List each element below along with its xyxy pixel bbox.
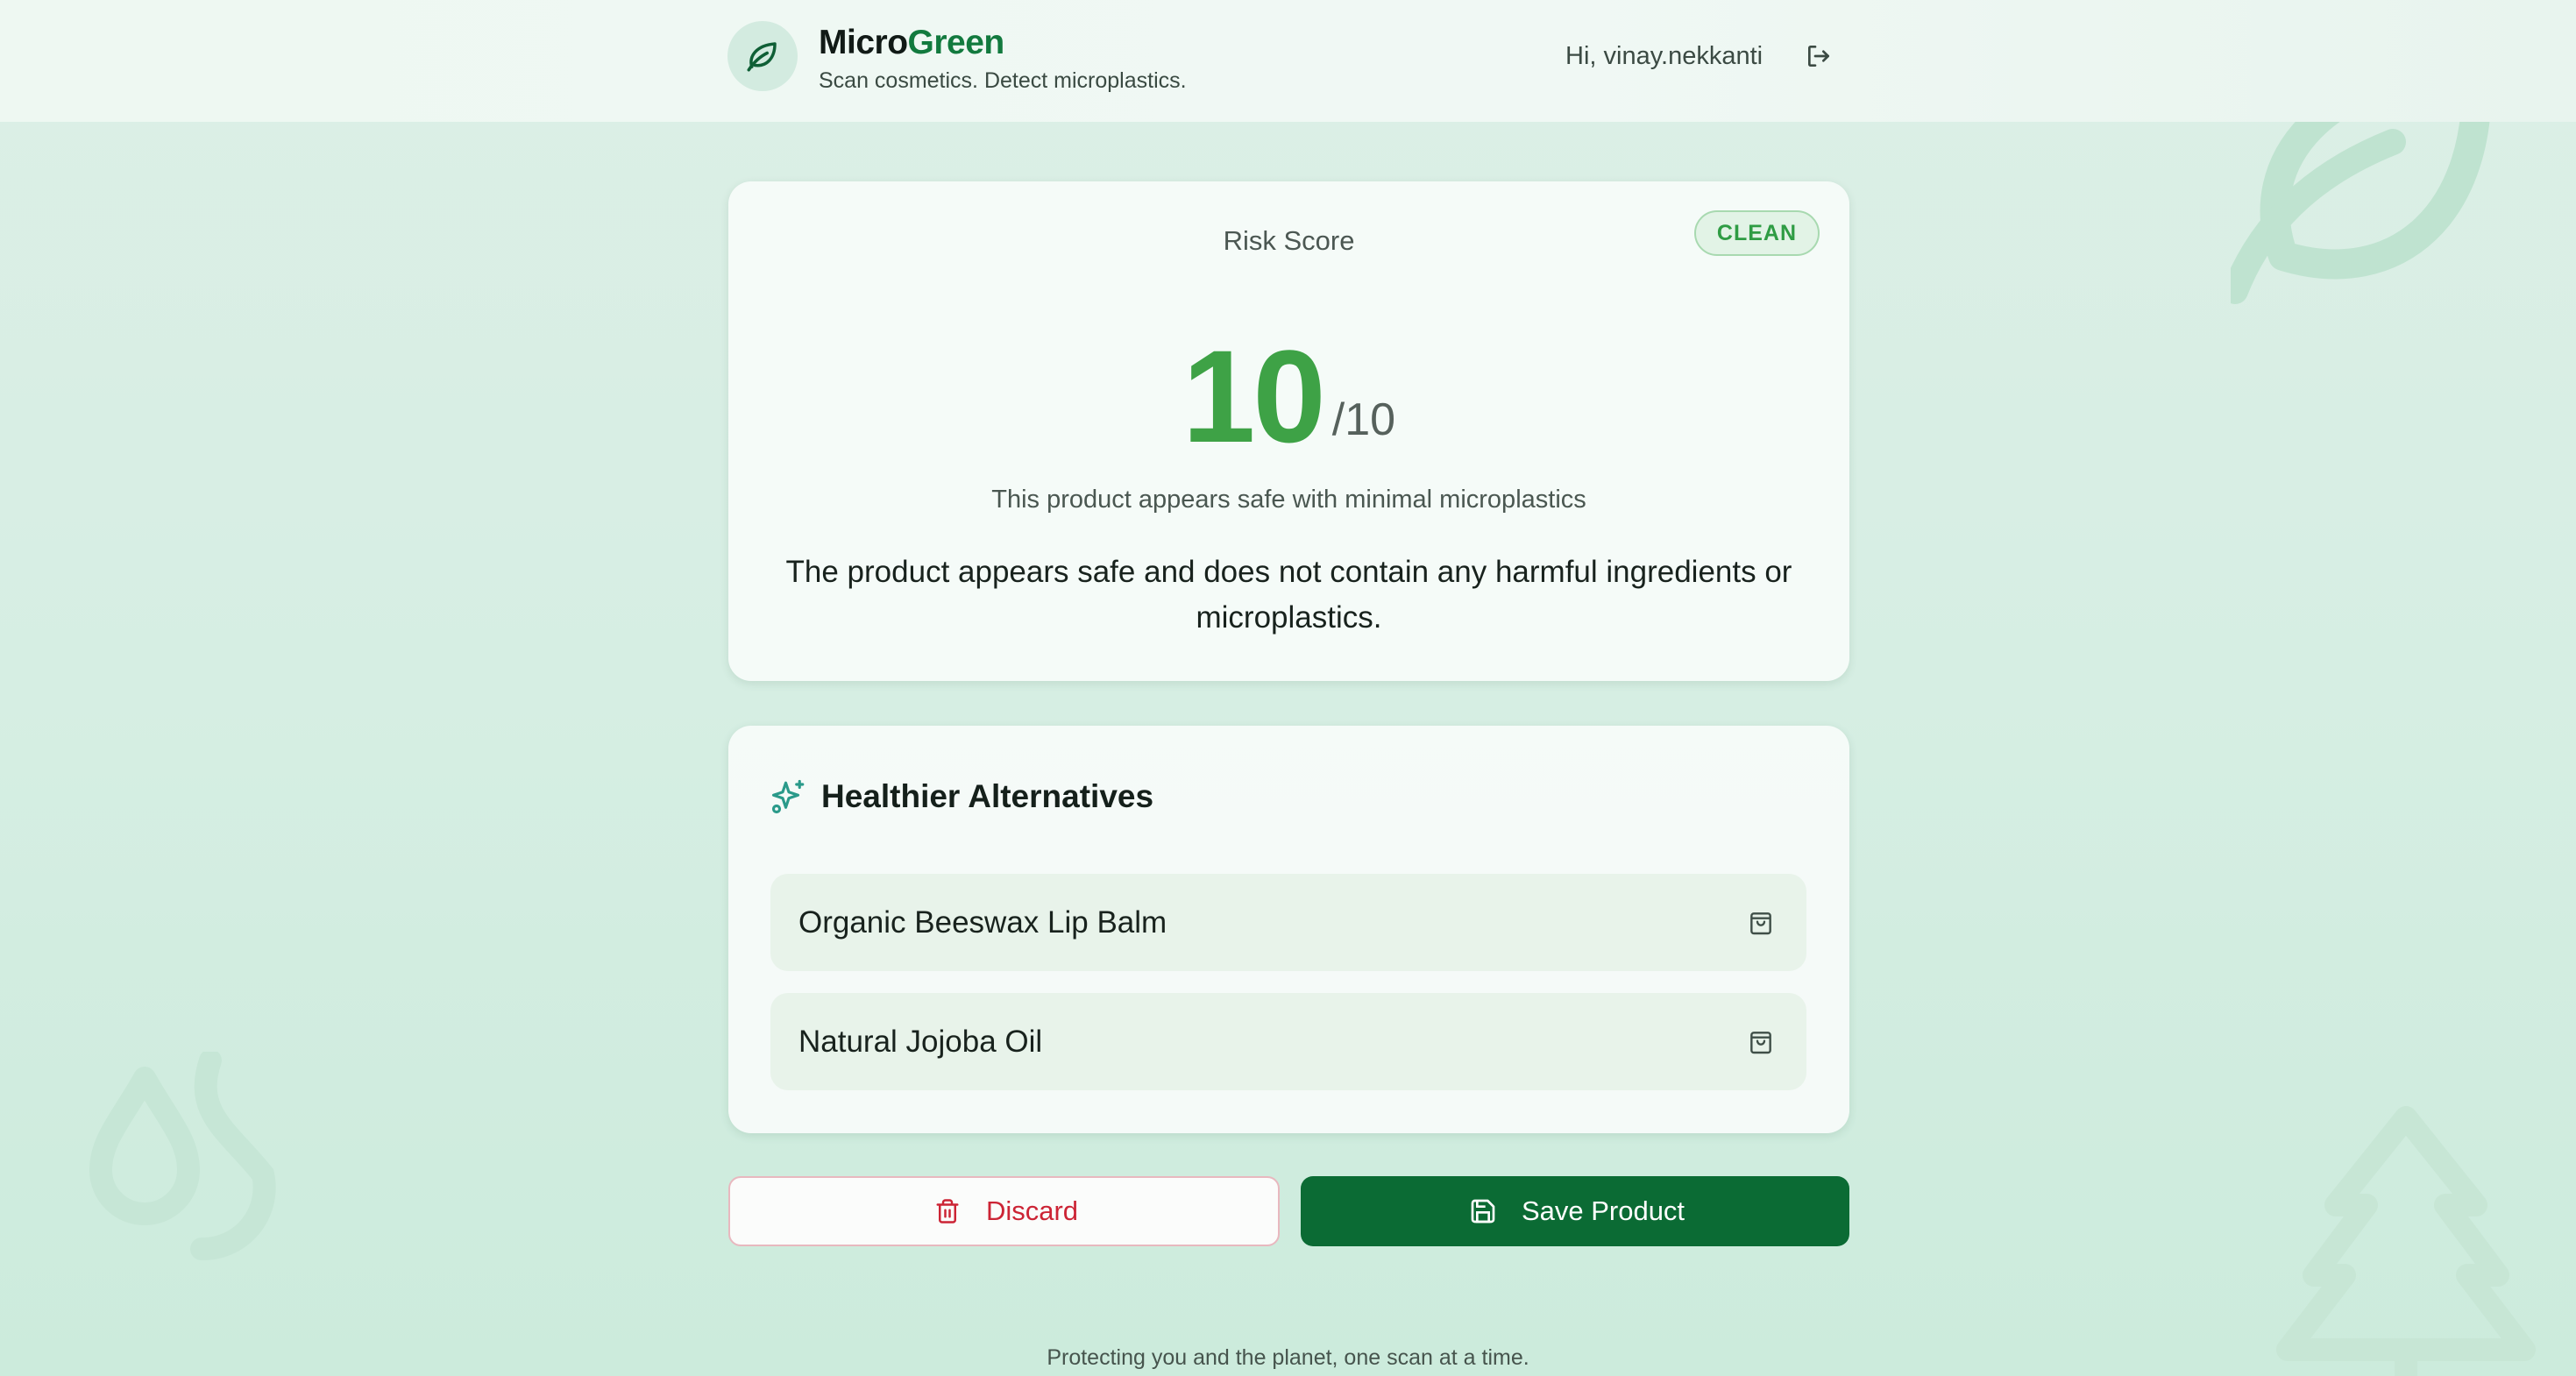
save-product-button-label: Save Product: [1521, 1195, 1685, 1226]
sparkles-icon: [771, 779, 805, 814]
brand-name-part2: Green: [907, 24, 1005, 61]
risk-score-card: Risk Score CLEAN 10 /10 This product app…: [728, 181, 1849, 681]
leaf-icon: [747, 42, 777, 72]
score-display: 10 /10: [728, 322, 1849, 462]
status-badge: CLEAN: [1693, 210, 1820, 256]
logo[interactable]: [727, 21, 798, 91]
shopping-bag-icon[interactable]: [1743, 905, 1778, 940]
shopping-bag-icon[interactable]: [1743, 1025, 1778, 1060]
brand-name-part1: Micro: [819, 24, 908, 61]
background-drops-icon: [89, 1052, 276, 1260]
risk-score-title: Risk Score: [1223, 225, 1355, 256]
save-product-button[interactable]: Save Product: [1301, 1176, 1849, 1246]
user-greeting: Hi, vinay.nekkanti: [1565, 42, 1763, 70]
score-value: 10: [1182, 323, 1326, 470]
app-header: MicroGreen Scan cosmetics. Detect microp…: [0, 0, 2576, 122]
alternative-item[interactable]: Organic Beeswax Lip Balm: [770, 874, 1806, 971]
alternative-name: Organic Beeswax Lip Balm: [798, 904, 1167, 940]
discard-button-label: Discard: [985, 1195, 1079, 1226]
score-max: /10: [1331, 394, 1396, 445]
alternative-item[interactable]: Natural Jojoba Oil: [770, 993, 1806, 1090]
trash-icon: [930, 1194, 965, 1229]
tagline: Scan cosmetics. Detect microplastics.: [819, 68, 1187, 93]
alternatives-title: Healthier Alternatives: [821, 778, 1154, 814]
background-tree-icon: [2276, 1106, 2536, 1376]
alternatives-card: Healthier Alternatives Organic Beeswax L…: [728, 726, 1849, 1133]
footer-text: Protecting you and the planet, one scan …: [1047, 1345, 1529, 1370]
alternatives-header: Healthier Alternatives: [770, 775, 1153, 819]
logout-button[interactable]: [1801, 39, 1836, 74]
brand-name: MicroGreen: [819, 21, 1004, 65]
logout-icon: [1808, 46, 1829, 67]
alternative-name: Natural Jojoba Oil: [798, 1024, 1043, 1059]
discard-button[interactable]: Discard: [728, 1176, 1280, 1246]
save-icon: [1465, 1194, 1501, 1229]
risk-summary: The product appears safe and does not co…: [785, 555, 1792, 635]
risk-verdict: This product appears safe with minimal m…: [991, 486, 1586, 514]
